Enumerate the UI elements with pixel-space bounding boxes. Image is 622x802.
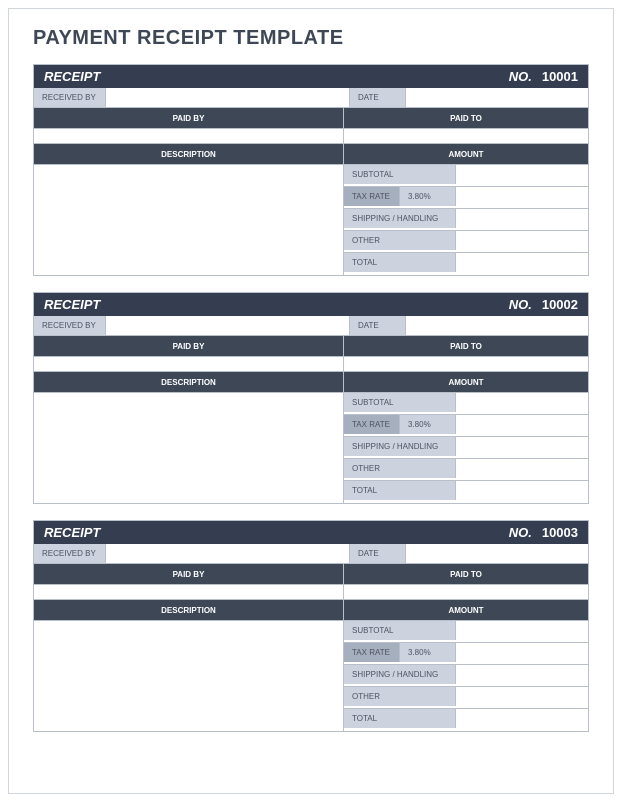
shipping-label: SHIPPING / HANDLING bbox=[344, 665, 456, 684]
tax-amount-value[interactable] bbox=[456, 643, 588, 662]
other-label: OTHER bbox=[344, 687, 456, 706]
paid-by-header: PAID BY bbox=[34, 108, 344, 128]
receipt-number-label: NO. bbox=[509, 297, 532, 312]
description-value[interactable] bbox=[34, 165, 344, 275]
description-header: DESCRIPTION bbox=[34, 600, 344, 620]
date-label: DATE bbox=[350, 88, 406, 107]
paid-by-header: PAID BY bbox=[34, 564, 344, 584]
receipt-label: RECEIPT bbox=[44, 525, 100, 540]
date-value[interactable] bbox=[406, 544, 588, 563]
tax-rate-value[interactable]: 3.80% bbox=[400, 415, 456, 434]
receipt-header: RECEIPT NO. 10002 bbox=[34, 293, 588, 316]
tax-rate-label: TAX RATE bbox=[344, 187, 400, 206]
receipt-header: RECEIPT NO. 10003 bbox=[34, 521, 588, 544]
summary-stack: SUBTOTAL TAX RATE 3.80% SHIPPING / HANDL… bbox=[344, 393, 588, 503]
received-by-value[interactable] bbox=[106, 544, 350, 563]
subtotal-label: SUBTOTAL bbox=[344, 621, 456, 640]
paid-by-value[interactable] bbox=[34, 357, 344, 371]
paid-by-header: PAID BY bbox=[34, 336, 344, 356]
receipt-number-value: 10002 bbox=[542, 297, 578, 312]
shipping-value[interactable] bbox=[456, 665, 588, 684]
other-label: OTHER bbox=[344, 231, 456, 250]
description-value[interactable] bbox=[34, 621, 344, 731]
paid-to-header: PAID TO bbox=[344, 108, 588, 128]
paid-to-value[interactable] bbox=[344, 357, 588, 371]
other-label: OTHER bbox=[344, 459, 456, 478]
receipt-number-value: 10001 bbox=[542, 69, 578, 84]
received-by-label: RECEIVED BY bbox=[34, 88, 106, 107]
subtotal-label: SUBTOTAL bbox=[344, 165, 456, 184]
tax-rate-label: TAX RATE bbox=[344, 643, 400, 662]
shipping-label: SHIPPING / HANDLING bbox=[344, 209, 456, 228]
date-label: DATE bbox=[350, 544, 406, 563]
paid-to-value[interactable] bbox=[344, 129, 588, 143]
tax-rate-value[interactable]: 3.80% bbox=[400, 187, 456, 206]
amount-header: AMOUNT bbox=[344, 144, 588, 164]
date-label: DATE bbox=[350, 316, 406, 335]
received-by-label: RECEIVED BY bbox=[34, 544, 106, 563]
other-value[interactable] bbox=[456, 231, 588, 250]
receipt-label: RECEIPT bbox=[44, 297, 100, 312]
total-label: TOTAL bbox=[344, 253, 456, 272]
description-header: DESCRIPTION bbox=[34, 144, 344, 164]
amount-header: AMOUNT bbox=[344, 372, 588, 392]
summary-stack: SUBTOTAL TAX RATE 3.80% SHIPPING / HANDL… bbox=[344, 621, 588, 731]
subtotal-value[interactable] bbox=[456, 393, 588, 412]
date-value[interactable] bbox=[406, 316, 588, 335]
receipt-label: RECEIPT bbox=[44, 69, 100, 84]
total-value[interactable] bbox=[456, 481, 588, 500]
paid-by-value[interactable] bbox=[34, 585, 344, 599]
tax-rate-value[interactable]: 3.80% bbox=[400, 643, 456, 662]
total-value[interactable] bbox=[456, 709, 588, 728]
shipping-value[interactable] bbox=[456, 437, 588, 456]
other-value[interactable] bbox=[456, 687, 588, 706]
paid-to-header: PAID TO bbox=[344, 336, 588, 356]
shipping-label: SHIPPING / HANDLING bbox=[344, 437, 456, 456]
description-value[interactable] bbox=[34, 393, 344, 503]
receipt: RECEIPT NO. 10003 RECEIVED BY DATE PAID … bbox=[33, 520, 589, 732]
shipping-value[interactable] bbox=[456, 209, 588, 228]
total-label: TOTAL bbox=[344, 709, 456, 728]
subtotal-value[interactable] bbox=[456, 621, 588, 640]
page-title: PAYMENT RECEIPT TEMPLATE bbox=[33, 27, 589, 50]
other-value[interactable] bbox=[456, 459, 588, 478]
summary-stack: SUBTOTAL TAX RATE 3.80% SHIPPING / HANDL… bbox=[344, 165, 588, 275]
received-by-value[interactable] bbox=[106, 88, 350, 107]
receipts-list: RECEIPT NO. 10001 RECEIVED BY DATE PAID … bbox=[33, 64, 589, 732]
date-value[interactable] bbox=[406, 88, 588, 107]
total-label: TOTAL bbox=[344, 481, 456, 500]
receipt: RECEIPT NO. 10001 RECEIVED BY DATE PAID … bbox=[33, 64, 589, 276]
tax-amount-value[interactable] bbox=[456, 187, 588, 206]
receipt-header: RECEIPT NO. 10001 bbox=[34, 65, 588, 88]
amount-header: AMOUNT bbox=[344, 600, 588, 620]
tax-amount-value[interactable] bbox=[456, 415, 588, 434]
received-by-value[interactable] bbox=[106, 316, 350, 335]
paid-by-value[interactable] bbox=[34, 129, 344, 143]
description-header: DESCRIPTION bbox=[34, 372, 344, 392]
receipt: RECEIPT NO. 10002 RECEIVED BY DATE PAID … bbox=[33, 292, 589, 504]
receipt-number-label: NO. bbox=[509, 69, 532, 84]
received-by-label: RECEIVED BY bbox=[34, 316, 106, 335]
tax-rate-label: TAX RATE bbox=[344, 415, 400, 434]
paid-to-value[interactable] bbox=[344, 585, 588, 599]
receipt-number-label: NO. bbox=[509, 525, 532, 540]
subtotal-label: SUBTOTAL bbox=[344, 393, 456, 412]
paid-to-header: PAID TO bbox=[344, 564, 588, 584]
receipt-number-value: 10003 bbox=[542, 525, 578, 540]
page-container: PAYMENT RECEIPT TEMPLATE RECEIPT NO. 100… bbox=[8, 8, 614, 794]
subtotal-value[interactable] bbox=[456, 165, 588, 184]
total-value[interactable] bbox=[456, 253, 588, 272]
